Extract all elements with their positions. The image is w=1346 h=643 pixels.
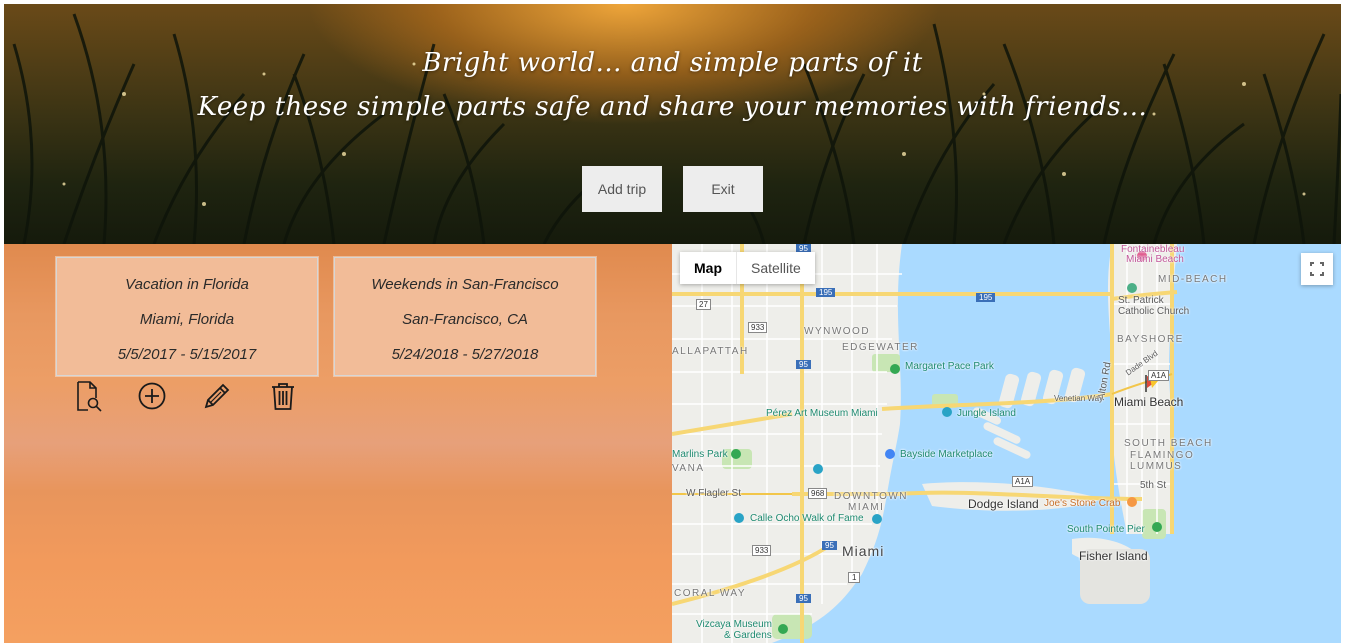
route-shield: 968 — [808, 488, 828, 499]
map-type-satellite-button[interactable]: Satellite — [737, 252, 815, 284]
fullscreen-icon[interactable] — [1301, 253, 1333, 285]
map-label: W Flagler St — [686, 488, 742, 499]
map-label: Dodge Island — [968, 497, 1039, 511]
trip-map[interactable]: Fontainebleau Miami Beach MID-BEACH St. … — [672, 244, 1341, 643]
route-shield: A1A — [1148, 370, 1170, 381]
map-label: Venetian Way — [1054, 394, 1104, 403]
map-label: Calle Ocho Walk of Fame — [750, 513, 864, 524]
map-label: Miami — [842, 543, 885, 559]
highway-shield: 95 — [796, 594, 811, 603]
map-label: Vizcaya Museum — [696, 619, 772, 630]
map-label: FLAMINGO — [1130, 450, 1195, 461]
map-label: ALLAPATTAH — [672, 346, 749, 357]
add-trip-button[interactable]: Add trip — [582, 166, 662, 212]
trip-dates: 5/24/2018 - 5/27/2018 — [391, 346, 539, 363]
highway-shield: 95 — [796, 360, 811, 369]
highway-shield: 195 — [976, 293, 996, 302]
map-label: EDGEWATER — [842, 342, 919, 353]
map-label: Bayside Marketplace — [900, 449, 993, 460]
route-shield: 27 — [696, 299, 711, 310]
map-label: Margaret Pace Park — [905, 361, 994, 372]
pencil-icon[interactable] — [201, 380, 233, 412]
map-type-map-button[interactable]: Map — [680, 252, 737, 284]
map-label: MID-BEACH — [1158, 274, 1228, 285]
map-label: CORAL WAY — [674, 588, 747, 599]
highway-shield: 95 — [822, 541, 837, 550]
map-label: BAYSHORE — [1117, 334, 1184, 345]
trip-location: Miami, Florida — [139, 311, 235, 328]
map-label: Fisher Island — [1079, 549, 1148, 563]
plus-circle-icon[interactable] — [136, 380, 168, 412]
trip-card[interactable]: Vacation in Florida Miami, Florida 5/5/2… — [56, 257, 318, 376]
map-label: DOWNTOWN — [834, 491, 909, 502]
map-label: St. Patrick — [1118, 295, 1164, 306]
map-label: VANA — [672, 463, 705, 474]
map-label: 5th St — [1140, 480, 1167, 491]
trip-title: Weekends in San-Francisco — [371, 276, 559, 293]
map-type-control: Map Satellite — [680, 252, 815, 284]
tagline-line-2: Keep these simple parts safe and share y… — [197, 92, 1148, 122]
map-label: MIAMI — [848, 502, 885, 513]
exit-button[interactable]: Exit — [683, 166, 763, 212]
grass-background — [12, 13, 1341, 244]
trip-location: San-Francisco, CA — [402, 311, 528, 328]
tagline-line-1: Bright world... and simple parts of it — [422, 48, 923, 78]
route-shield: 933 — [748, 322, 768, 333]
trash-icon[interactable] — [267, 380, 299, 412]
map-canvas[interactable] — [672, 244, 1341, 643]
map-label: LUMMUS — [1130, 461, 1183, 472]
trip-title: Vacation in Florida — [125, 276, 249, 293]
map-label: WYNWOOD — [804, 326, 871, 337]
map-label: Pérez Art Museum Miami — [766, 408, 878, 419]
map-label: South Pointe Pier — [1067, 524, 1145, 535]
trip-dates: 5/5/2017 - 5/15/2017 — [117, 346, 257, 363]
trips-panel: Vacation in Florida Miami, Florida 5/5/2… — [4, 244, 672, 643]
map-label: Jungle Island — [957, 408, 1016, 419]
view-trip-icon[interactable] — [72, 380, 104, 412]
route-shield: A1A — [1012, 476, 1034, 487]
map-label: Miami Beach — [1114, 395, 1184, 409]
highway-shield: 195 — [816, 288, 836, 297]
trip-card[interactable]: Weekends in San-Francisco San-Francisco,… — [334, 257, 596, 376]
map-label: Joe's Stone Crab — [1044, 498, 1121, 509]
map-label: & Gardens — [724, 630, 772, 641]
hero-header: Bright world... and simple parts of it K… — [4, 4, 1341, 244]
route-shield: 1 — [848, 572, 861, 583]
map-label: Miami Beach — [1126, 254, 1184, 265]
map-label: Marlins Park — [672, 449, 728, 460]
map-label: SOUTH BEACH — [1124, 438, 1213, 449]
route-shield: 933 — [752, 545, 772, 556]
map-label: Catholic Church — [1118, 306, 1190, 317]
